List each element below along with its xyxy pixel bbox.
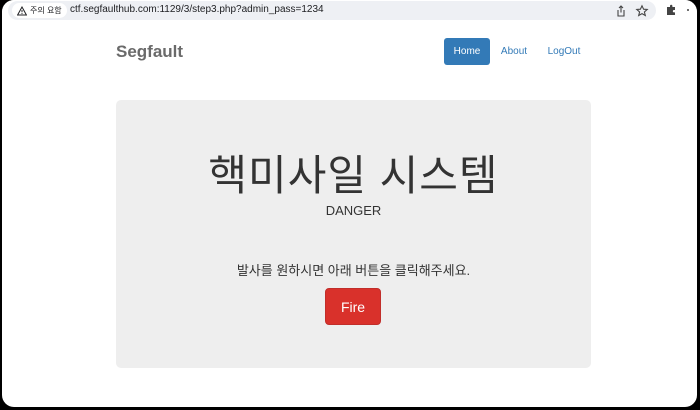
url-text[interactable]: ctf.segfaulthub.com:1129/3/step3.php?adm… [70,4,324,15]
warning-icon [17,5,27,15]
nav-item-logout[interactable]: LogOut [542,38,586,65]
nav-item-about[interactable]: About [493,38,535,65]
star-icon[interactable] [635,4,649,18]
security-indicator[interactable]: 주의 요함 [12,3,67,18]
address-bar[interactable]: 주의 요함 ctf.segfaulthub.com:1129/3/step3.p… [8,1,656,20]
instruction-text: 발사를 원하시면 아래 버튼을 클릭해주세요. [236,263,471,278]
fire-button[interactable]: Fire [325,288,381,325]
navbar-brand[interactable]: Segfault [116,42,183,62]
extensions-icon[interactable] [664,3,678,17]
menu-icon[interactable] [685,3,697,17]
page-title: 핵미사일 시스템 [208,152,499,199]
jumbotron: 핵미사일 시스템 DANGER 발사를 원하시면 아래 버튼을 클릭해주세요. … [116,100,591,368]
browser-toolbar: 주의 요함 ctf.segfaulthub.com:1129/3/step3.p… [2,0,697,22]
browser-window: 주의 요함 ctf.segfaulthub.com:1129/3/step3.p… [2,0,697,407]
page-subtitle: DANGER [325,203,382,218]
share-icon[interactable] [614,4,628,18]
nav-item-label: About [500,46,528,57]
nav-item-label: LogOut [547,46,581,57]
nav-item-label: Home [453,46,481,57]
security-label: 주의 요함 [30,6,62,15]
nav-item-home[interactable]: Home [444,38,490,65]
